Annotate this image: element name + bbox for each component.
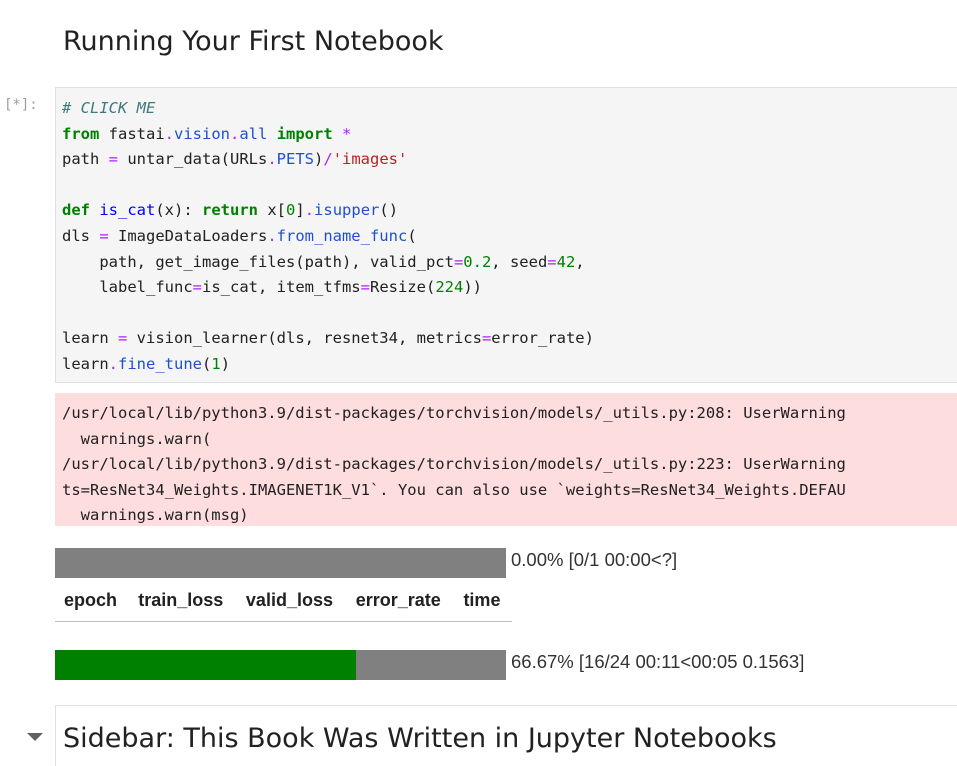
code-line: learn = vision_learner(dls, resnet34, me… [62,326,594,352]
section-heading: Running Your First Notebook [63,26,444,57]
code-line: def is_cat(x): return x[0].isupper() [62,198,594,224]
training-metrics-table: epoch train_loss valid_loss error_rate time [55,586,512,622]
code-token: / [323,150,333,169]
code-token: from_name_func [276,226,408,245]
code-token: isupper [314,201,380,220]
code-token: x[ [258,201,287,220]
stderr-line: warnings.warn( [62,429,212,448]
epoch-progress-bar [55,548,506,578]
code-token: PETS [276,150,314,169]
stderr-line: /usr/local/lib/python3.9/dist-packages/t… [62,404,846,422]
code-line: path = untar_data(URLs.PETS)/'images' [62,147,594,173]
code-token: . [108,354,119,373]
code-token: , seed [491,252,548,271]
code-token: 0.2 [463,252,492,271]
code-token: import [276,124,333,143]
code-line: label_func=is_cat, item_tfms=Resize(224)… [62,275,594,301]
code-token: path [62,150,109,169]
code-token: is_cat [99,201,156,220]
code-line: dls = ImageDataLoaders.from_name_func( [62,224,594,250]
code-token: ) [220,354,231,373]
code-token: fine_tune [118,354,203,373]
code-token: = [108,150,119,169]
code-token: () [379,201,399,220]
metrics-column-header: valid_loss [236,586,347,622]
code-token: = [118,329,128,348]
code-token: ( [407,226,417,245]
code-token: ImageDataLoaders [108,226,268,245]
code-token: dls [62,226,100,245]
metrics-column-header: train_loss [129,586,237,622]
code-token: ] [295,201,305,220]
code-cell-editor[interactable]: # CLICK ME from fastai.vision.all import … [55,87,957,383]
code-token: = [99,226,109,245]
code-token: untar_data(URLs [118,150,268,169]
metrics-column-header: time [454,586,512,622]
code-editor-content[interactable]: # CLICK ME from fastai.vision.all import … [62,96,594,378]
code-token: return [202,201,259,220]
code-token: ) [314,150,324,169]
code-token: ( [202,354,212,373]
code-line: learn.fine_tune(1) [62,352,594,378]
code-token: . [164,124,174,143]
code-token: learn [62,329,118,348]
batch-progress-label: 66.67% [16/24 00:11<00:05 0.1563] [511,651,805,672]
code-token: = [481,329,492,348]
code-token: 1 [211,354,221,373]
code-token: learn [62,354,109,373]
metrics-header-row: epoch train_loss valid_loss error_rate time [55,586,512,622]
code-token: from [62,124,100,143]
code-token: )) [463,278,482,297]
code-line: path, get_image_files(path), valid_pct=0… [62,250,594,276]
code-token: * [342,124,352,143]
code-token: path, get_image_files(path), valid_pct [62,252,454,271]
code-token: = [547,252,557,271]
code-token: = [453,252,464,271]
code-token: (x): [155,201,203,220]
collapse-chevron-icon[interactable] [27,733,43,741]
stderr-line: warnings.warn(msg) [62,506,249,525]
stderr-line: /usr/local/lib/python3.9/dist-packages/t… [62,455,846,474]
code-token: vision [174,124,230,143]
metrics-column-header: epoch [55,586,130,622]
batch-progress-fill [55,650,356,680]
code-token: # CLICK ME [62,99,156,117]
code-token: . [304,201,315,220]
metrics-column-header: error_rate [346,586,455,622]
cell-execution-prompt: [*]: [4,97,38,113]
stderr-text: /usr/local/lib/python3.9/dist-packages/t… [62,401,846,526]
batch-progress-bar [55,650,506,680]
code-line: # CLICK ME [62,96,594,122]
code-token: is_cat, item_tfms [202,278,361,297]
code-token: def [62,201,90,220]
code-token: 'images' [332,150,408,169]
code-token: error_rate) [491,329,594,348]
code-token: = [192,278,202,297]
code-token: vision_learner(dls, resnet34, metrics [127,329,482,348]
stderr-line: ts=ResNet34_Weights.IMAGENET1K_V1`. You … [62,480,846,499]
code-token: label_func [62,278,193,297]
code-token: 224 [435,278,464,297]
epoch-progress-label: 0.00% [0/1 00:00<?] [511,549,678,570]
stderr-output: /usr/local/lib/python3.9/dist-packages/t… [55,393,957,526]
code-token: . [230,124,240,143]
code-token: fastai [99,124,165,143]
code-token: . [267,226,277,245]
code-token: . [267,150,277,169]
code-token: 0 [286,201,296,220]
code-line: from fastai.vision.all import * [62,122,594,148]
code-token: 42 [556,252,576,271]
sidebar-heading: Sidebar: This Book Was Written in Jupyte… [63,723,777,754]
code-token: Resize( [369,278,436,297]
code-token: all [239,124,268,143]
code-token: = [360,278,370,297]
code-token: , [575,252,585,271]
